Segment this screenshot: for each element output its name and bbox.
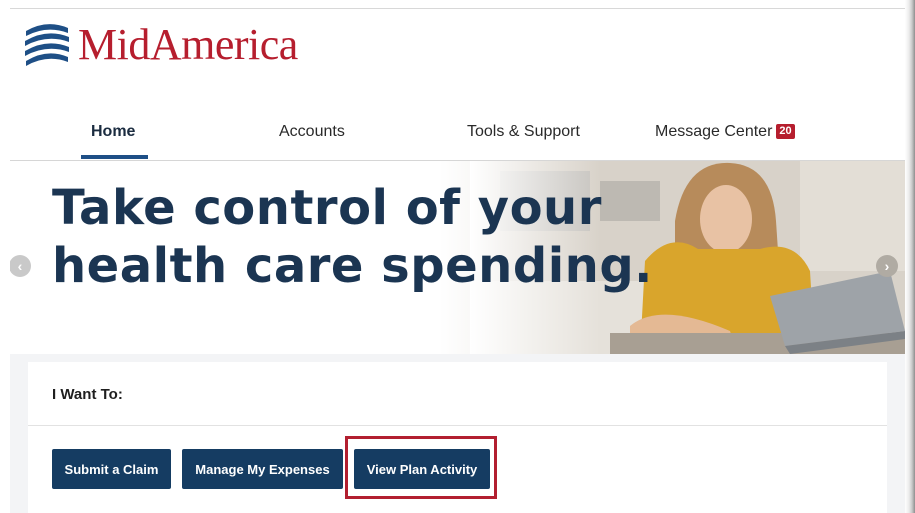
top-border (10, 8, 905, 9)
carousel-next-button[interactable]: › (876, 255, 898, 277)
active-nav-indicator (81, 155, 148, 159)
carousel-prev-button[interactable]: ‹ (10, 255, 31, 277)
brand-logo[interactable]: MidAmerica (22, 22, 298, 68)
submit-claim-button[interactable]: Submit a Claim (52, 449, 171, 489)
hero-heading-line-1: Take control of your (52, 180, 602, 236)
nav-item-home[interactable]: Home (91, 123, 135, 141)
nav-item-message-center-label: Message Center (655, 123, 773, 140)
hero-heading: Take control of your health care spendin… (52, 179, 653, 295)
frame-shadow (905, 0, 915, 513)
message-count-badge: 20 (776, 124, 795, 139)
nav-item-message-center[interactable]: Message Center 20 (655, 123, 795, 141)
hero-heading-line-2: health care spending. (52, 238, 653, 294)
nav-item-tools-support[interactable]: Tools & Support (467, 123, 580, 141)
hero-banner: Take control of your health care spendin… (10, 161, 905, 354)
brand-name: MidAmerica (78, 20, 298, 69)
chevron-right-icon: › (884, 258, 890, 274)
actions-title: I Want To: (52, 386, 123, 403)
midamerica-mark-icon (25, 24, 69, 66)
manage-expenses-button[interactable]: Manage My Expenses (182, 449, 343, 489)
highlight-box (345, 436, 497, 499)
main-nav: Home Accounts Tools & Support Message Ce… (10, 112, 905, 161)
nav-item-accounts[interactable]: Accounts (279, 123, 345, 141)
panel-divider (28, 425, 887, 426)
chevron-left-icon: ‹ (17, 258, 23, 274)
actions-panel: I Want To: Submit a Claim Manage My Expe… (28, 362, 887, 513)
